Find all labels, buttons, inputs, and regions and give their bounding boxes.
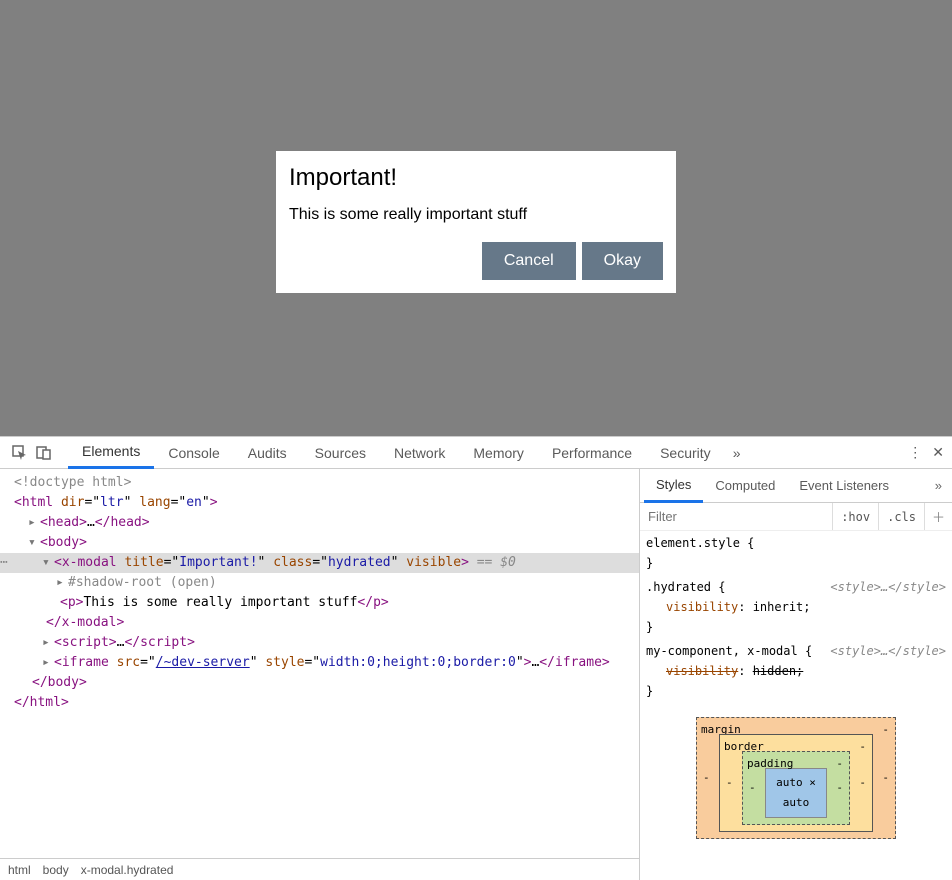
modal-button-row: Cancel Okay	[289, 242, 663, 280]
styles-panel: Styles Computed Event Listeners » :hov .…	[640, 469, 952, 880]
dom-shadow-root[interactable]: ▸#shadow-root (open)	[0, 573, 639, 593]
styles-filter-input[interactable]	[640, 503, 832, 530]
styles-rules[interactable]: element.style {} <style>…</style> .hydra…	[640, 531, 952, 880]
dom-iframe[interactable]: ▸<iframe src="/~dev-server" style="width…	[0, 653, 639, 673]
new-style-rule-icon[interactable]: ＋	[924, 503, 952, 530]
overflow-icon[interactable]: »	[929, 478, 948, 493]
hov-toggle[interactable]: :hov	[832, 503, 878, 530]
devtools-tabbar: Elements Console Audits Sources Network …	[0, 437, 952, 469]
dom-p[interactable]: <p>This is some really important stuff</…	[0, 593, 639, 613]
dom-html-close[interactable]: </html>	[0, 693, 639, 713]
dom-script[interactable]: ▸<script>…</script>	[0, 633, 639, 653]
dom-tree[interactable]: <!doctype html> <html dir="ltr" lang="en…	[0, 469, 639, 858]
modal-dialog: Important! This is some really important…	[276, 151, 676, 293]
tab-performance[interactable]: Performance	[538, 437, 646, 469]
tab-elements[interactable]: Elements	[68, 437, 154, 469]
rule-my-component[interactable]: <style>…</style> my-component, x-modal {…	[646, 641, 946, 701]
menu-icon[interactable]: ⋮	[908, 444, 922, 461]
crumb-body[interactable]: body	[43, 863, 69, 877]
dom-head[interactable]: ▸<head>…</head>	[0, 513, 639, 533]
devtools-panel: Elements Console Audits Sources Network …	[0, 436, 952, 880]
tab-audits[interactable]: Audits	[234, 437, 301, 469]
modal-title: Important!	[289, 164, 663, 192]
tab-styles[interactable]: Styles	[644, 469, 703, 503]
tab-network[interactable]: Network	[380, 437, 459, 469]
tab-security[interactable]: Security	[646, 437, 725, 469]
crumb-html[interactable]: html	[8, 863, 31, 877]
content-box: auto × auto	[765, 768, 827, 818]
tab-event-listeners[interactable]: Event Listeners	[787, 469, 901, 503]
cls-toggle[interactable]: .cls	[878, 503, 924, 530]
rule-hydrated[interactable]: <style>…</style> .hydrated { visibility:…	[646, 577, 946, 637]
okay-button[interactable]: Okay	[582, 242, 663, 280]
cancel-button[interactable]: Cancel	[482, 242, 576, 280]
tab-memory[interactable]: Memory	[459, 437, 538, 469]
tab-sources[interactable]: Sources	[301, 437, 380, 469]
styles-tabbar: Styles Computed Event Listeners »	[640, 469, 952, 503]
dom-body-close[interactable]: </body>	[0, 673, 639, 693]
close-icon[interactable]: ✕	[932, 444, 944, 461]
rule-element-style[interactable]: element.style {}	[646, 533, 946, 573]
tab-computed[interactable]: Computed	[703, 469, 787, 503]
dom-html-open[interactable]: <html dir="ltr" lang="en">	[0, 493, 639, 513]
styles-filter-row: :hov .cls ＋	[640, 503, 952, 531]
padding-label: padding	[747, 754, 793, 774]
tab-console[interactable]: Console	[154, 437, 233, 469]
crumb-xmodal[interactable]: x-modal.hydrated	[81, 863, 174, 877]
dom-body-open[interactable]: ▾<body>	[0, 533, 639, 553]
modal-body: This is some really important stuff	[289, 206, 663, 224]
dom-doctype[interactable]: <!doctype html>	[0, 473, 639, 493]
dom-xmodal-close[interactable]: </x-modal>	[0, 613, 639, 633]
box-model: margin - - - border - - - padding -	[696, 717, 896, 839]
breadcrumb: html body x-modal.hydrated	[0, 858, 639, 880]
inspect-icon[interactable]	[8, 445, 32, 461]
elements-panel: <!doctype html> <html dir="ltr" lang="en…	[0, 469, 640, 880]
page-viewport: Important! This is some really important…	[0, 0, 952, 436]
device-icon[interactable]	[32, 445, 56, 461]
dom-xmodal-selected[interactable]: ▾<x-modal title="Important!" class="hydr…	[0, 553, 639, 573]
overflow-icon[interactable]: »	[725, 445, 749, 461]
